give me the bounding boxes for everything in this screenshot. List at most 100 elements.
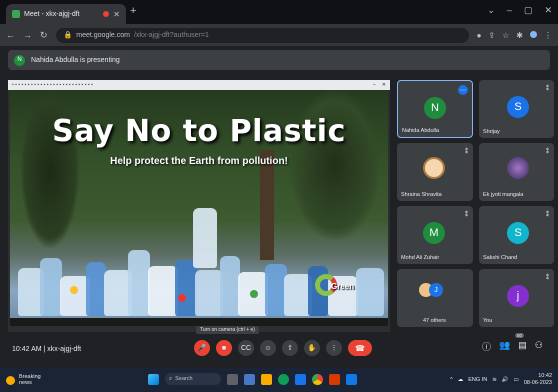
bottle <box>86 262 106 316</box>
others-count: 47 others <box>423 318 446 324</box>
presenter-avatar: N <box>14 54 25 66</box>
presenting-text: Nahida Abdulla is presenting <box>31 56 120 64</box>
bottle <box>195 270 223 316</box>
minimize-icon[interactable]: – <box>373 82 376 88</box>
participant-name: Mohd Ali Zuhair <box>401 255 440 261</box>
mic-off-icon: ⁑ <box>546 212 549 218</box>
participant-name: Ek jyoti mangala <box>483 192 524 198</box>
others-tile[interactable]: J 47 others <box>397 269 473 327</box>
mic-off-icon: ⁑ <box>465 149 468 155</box>
tab-title: Meet - xkx-ajgj-dft <box>24 10 80 18</box>
start-icon[interactable] <box>148 373 159 385</box>
cloud-icon[interactable]: ☁ <box>458 377 464 383</box>
chat-icon[interactable]: ▤ <box>518 340 527 353</box>
url-field[interactable]: 🔒 meet.google.com /xkx-ajgj-dft?authuser… <box>55 27 469 43</box>
clock[interactable]: 10:42 08-06-2023 <box>524 373 552 387</box>
taskbar-search[interactable]: ⌕ Search <box>165 373 221 385</box>
close-icon[interactable]: ✕ <box>382 82 386 88</box>
meeting-side-controls: ⓘ 👥 50 ▤ ⚇ <box>482 333 543 353</box>
slide-footer-bar <box>10 318 388 326</box>
edge-icon[interactable] <box>278 373 289 385</box>
participant-tile[interactable]: N ⋯ Nahida Abdulla <box>397 80 473 138</box>
profile-icon[interactable] <box>530 30 537 38</box>
wifi-icon[interactable]: ≋ <box>492 377 497 383</box>
chrome-icon[interactable] <box>312 373 323 385</box>
camera-tooltip: Turn on camera (ctrl + e) <box>196 326 259 334</box>
mic-off-button[interactable]: 🎤 <box>194 340 210 356</box>
recording-dot-icon <box>103 11 110 17</box>
bottle <box>193 208 217 268</box>
participant-photo <box>423 157 445 179</box>
people-count-badge: 50 <box>515 333 525 338</box>
participant-avatar: M <box>423 222 445 244</box>
activities-icon[interactable]: ⚇ <box>535 340 543 353</box>
teams-icon[interactable] <box>244 373 255 385</box>
self-tile[interactable]: j ⁑ You <box>479 269 554 327</box>
participant-tile[interactable]: S ⁑ Shrijay <box>479 80 554 138</box>
store-icon[interactable] <box>295 373 306 385</box>
battery-icon[interactable]: ▭ <box>514 377 519 383</box>
chevron-down-icon[interactable]: ⌄ <box>487 5 495 16</box>
participant-tile[interactable]: M ⁑ Mohd Ali Zuhair <box>397 206 473 264</box>
reload-icon[interactable]: ↻ <box>40 30 48 41</box>
participant-avatar: N <box>424 97 446 119</box>
participant-avatar: S <box>507 96 529 118</box>
mic-off-icon: ⁑ <box>546 149 549 155</box>
participant-tile[interactable]: ⁑ Ek jyoti mangala <box>479 143 554 201</box>
file-explorer-icon[interactable] <box>261 373 272 385</box>
news-widget[interactable]: Breaking news <box>6 374 41 386</box>
emoji-button[interactable]: ☺ <box>260 340 276 356</box>
call-controls: 🎤 ■ CC ☺ ⇧ ✋ ⋮ ☎ <box>194 340 372 356</box>
search-icon: ⌕ <box>169 375 173 382</box>
more-options-button[interactable]: ⋮ <box>326 340 342 356</box>
info-icon[interactable]: ⓘ <box>482 340 491 353</box>
people-button[interactable]: 👥 50 <box>499 333 525 353</box>
maximize-icon[interactable]: ▢ <box>524 5 533 16</box>
present-button[interactable]: ⇧ <box>282 340 298 356</box>
participant-tile[interactable]: ⁑ Shraina Shravita <box>397 143 473 201</box>
powerpoint-icon[interactable] <box>329 373 340 385</box>
slide-subtitle: Help protect the Earth from pollution! <box>110 156 288 167</box>
camera-indicator-icon[interactable]: ● <box>477 31 482 40</box>
more-options-icon[interactable]: ⋯ <box>458 85 468 95</box>
chevron-up-icon[interactable]: ^ <box>450 377 453 383</box>
puzzle-icon[interactable]: ✱ <box>516 31 523 40</box>
mic-off-icon: ⁑ <box>546 86 549 92</box>
participant-tile[interactable]: S ⁑ Sakshi Chand <box>479 206 554 264</box>
yellow-cap <box>70 286 78 294</box>
bottle <box>128 250 150 316</box>
windows-taskbar: Breaking news ⌕ Search ^ ☁ ENG IN ≋ 🔊 ▭ … <box>0 368 558 392</box>
volume-icon[interactable]: 🔊 <box>502 377 509 383</box>
browser-tab-strip: Meet - xkx-ajgj-dft ✕ + ⌄ – ▢ ✕ <box>0 0 558 24</box>
news-desc: news <box>19 380 32 386</box>
close-tab-icon[interactable]: ✕ <box>113 10 120 19</box>
new-tab-button[interactable]: + <box>130 5 136 17</box>
participant-avatar-small: J <box>429 283 443 297</box>
extensions-area: ● ⇪ ☆ ✱ ⋮ <box>477 30 552 40</box>
leave-call-button[interactable]: ☎ <box>348 340 372 356</box>
captions-button[interactable]: CC <box>238 340 254 356</box>
language-indicator[interactable]: ENG IN <box>468 377 487 383</box>
bottle <box>40 258 62 316</box>
presentation-window-bar: ▪ ▪ ▪ ▪ ▪ ▪ ▪ ▪ ▪ ▪ ▪ ▪ ▪ ▪ ▪ ▪ ▪ ▪ ▪ ▪ … <box>8 80 390 90</box>
system-tray: ^ ☁ ENG IN ≋ 🔊 ▭ 10:42 08-06-2023 <box>450 373 552 387</box>
taskbar-apps: ⌕ Search <box>148 373 357 385</box>
back-arrow-icon[interactable]: ← <box>6 30 15 40</box>
browser-tab[interactable]: Meet - xkx-ajgj-dft ✕ <box>6 4 126 24</box>
url-path: /xkx-ajgj-dft?authuser=1 <box>133 31 209 39</box>
app-icon[interactable] <box>346 373 357 385</box>
raise-hand-button[interactable]: ✋ <box>304 340 320 356</box>
forward-arrow-icon[interactable]: → <box>23 30 32 40</box>
menu-icon[interactable]: ⋮ <box>544 31 552 40</box>
minimize-icon[interactable]: – <box>507 5 512 16</box>
task-view-icon[interactable] <box>227 373 238 385</box>
camera-off-button[interactable]: ■ <box>216 340 232 356</box>
star-icon[interactable]: ☆ <box>502 31 509 40</box>
meeting-time-code: 10:42 AM | xkx-ajgj-dft <box>12 346 82 353</box>
lock-icon: 🔒 <box>63 32 73 39</box>
share-icon[interactable]: ⇪ <box>488 31 495 40</box>
window-controls: ⌄ – ▢ ✕ <box>487 5 552 16</box>
participant-name: Shraina Shravita <box>401 192 442 198</box>
meet-favicon-icon <box>12 10 20 18</box>
close-window-icon[interactable]: ✕ <box>544 5 552 16</box>
